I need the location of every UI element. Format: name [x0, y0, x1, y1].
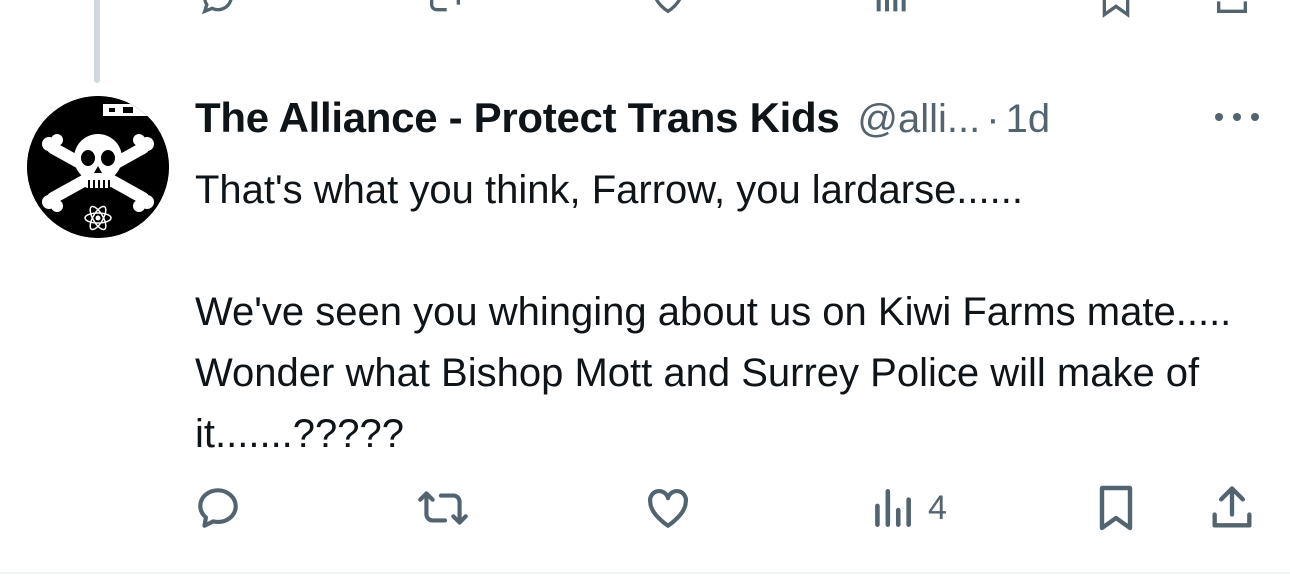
- more-options-icon[interactable]: [1212, 104, 1262, 130]
- retweet-icon[interactable]: [420, 0, 470, 18]
- views-icon: [875, 489, 911, 527]
- avatar[interactable]: [27, 96, 169, 238]
- tweet-actions: 4: [0, 480, 1290, 540]
- tweet-divider: [0, 572, 1290, 574]
- views-button[interactable]: 4: [870, 480, 947, 536]
- heart-icon[interactable]: [645, 0, 691, 18]
- retweet-button[interactable]: [414, 480, 472, 536]
- separator-dot: ·: [986, 97, 1000, 141]
- bookmark-icon[interactable]: [1096, 0, 1136, 18]
- share-icon[interactable]: [1210, 0, 1254, 18]
- skull-crossbones-logo: [27, 96, 169, 238]
- tweet-text: That's what you think, Farrow, you larda…: [195, 168, 1232, 456]
- view-count: 4: [928, 488, 947, 527]
- views-icon[interactable]: [872, 0, 912, 18]
- author-name[interactable]: The Alliance - Protect Trans Kids: [195, 94, 840, 142]
- share-icon: [1212, 486, 1252, 528]
- reply-icon: [198, 488, 238, 528]
- bookmark-icon: [1099, 485, 1133, 531]
- tweet-header: The Alliance - Protect Trans Kids @alli.…: [195, 94, 1050, 144]
- previous-tweet-actions: 1 4 1K: [0, 0, 1290, 18]
- author-handle[interactable]: @alli...: [857, 97, 980, 142]
- like-button[interactable]: [643, 480, 693, 536]
- heart-icon: [648, 489, 688, 528]
- share-button[interactable]: [1206, 480, 1258, 536]
- reply-button[interactable]: [193, 480, 243, 536]
- retweet-icon: [418, 491, 468, 525]
- timestamp[interactable]: 1d: [1006, 97, 1051, 142]
- bookmark-button[interactable]: [1092, 480, 1140, 536]
- reply-icon[interactable]: [196, 0, 240, 18]
